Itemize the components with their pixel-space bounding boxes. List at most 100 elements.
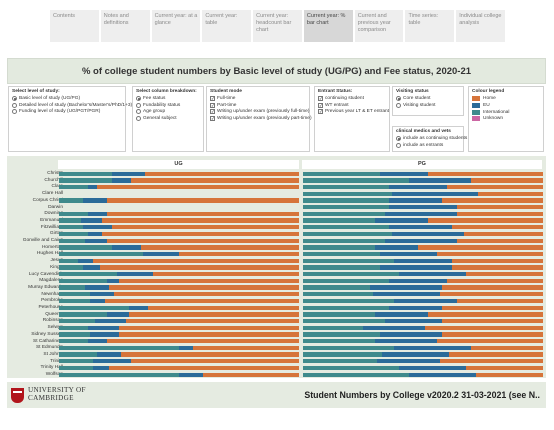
breakdown-option[interactable]: Age group bbox=[136, 109, 200, 115]
radio-icon[interactable] bbox=[12, 102, 17, 108]
pg-bar[interactable] bbox=[303, 352, 543, 357]
radio-icon[interactable] bbox=[12, 109, 17, 115]
pg-bar[interactable] bbox=[303, 211, 543, 217]
breakdown-option[interactable]: General subject bbox=[136, 115, 200, 121]
ug-bar[interactable] bbox=[59, 332, 299, 337]
clinical-option[interactable]: include as entrants bbox=[396, 142, 460, 148]
ug-bar[interactable] bbox=[59, 218, 299, 223]
radio-icon[interactable] bbox=[136, 102, 141, 108]
pg-bar[interactable] bbox=[303, 318, 543, 324]
radio-icon[interactable] bbox=[396, 142, 401, 148]
pg-bar[interactable] bbox=[303, 184, 543, 190]
mode-option[interactable]: ✓ Writing up/under exam (previously full-… bbox=[210, 109, 309, 115]
pg-bar[interactable] bbox=[303, 365, 543, 371]
pg-bar[interactable] bbox=[303, 238, 543, 243]
clinical-option[interactable]: include as continuing students bbox=[396, 136, 467, 141]
pg-bar[interactable] bbox=[303, 191, 543, 196]
ug-bar[interactable] bbox=[59, 272, 299, 277]
checkbox-icon[interactable]: ✓ bbox=[210, 102, 215, 108]
pg-bar[interactable] bbox=[303, 325, 543, 330]
pg-bar[interactable] bbox=[303, 198, 543, 203]
ug-bar[interactable] bbox=[59, 265, 299, 270]
footer-title[interactable]: Student Numbers by College v2020.2 31-03… bbox=[304, 390, 540, 400]
entrant-option[interactable]: ✓ WT entrant bbox=[318, 102, 386, 108]
tab-comparison[interactable]: Current and previous year comparison bbox=[354, 10, 404, 42]
mode-option[interactable]: ✓ Writing up/under exam (previously part-… bbox=[210, 115, 312, 121]
pg-bar[interactable] bbox=[303, 372, 543, 377]
ug-bar[interactable] bbox=[59, 238, 299, 243]
checkbox-icon[interactable]: ✓ bbox=[318, 102, 323, 108]
ug-bar[interactable] bbox=[59, 251, 299, 257]
ug-bar[interactable] bbox=[59, 305, 299, 310]
pg-bar[interactable] bbox=[303, 278, 543, 284]
radio-icon[interactable] bbox=[136, 109, 141, 115]
pg-bar[interactable] bbox=[303, 339, 543, 344]
ug-bar[interactable] bbox=[59, 225, 299, 230]
pg-bar[interactable] bbox=[303, 218, 543, 223]
mode-option[interactable]: ✓ Full-time bbox=[210, 96, 306, 101]
entrant-option[interactable]: ✓ continuing student bbox=[318, 96, 386, 101]
pg-bar[interactable] bbox=[303, 359, 543, 364]
radio-icon[interactable] bbox=[396, 96, 401, 101]
pg-bar[interactable] bbox=[303, 205, 543, 210]
pg-bar[interactable] bbox=[303, 285, 543, 290]
ug-bar[interactable] bbox=[59, 312, 299, 317]
ug-bar[interactable] bbox=[59, 372, 299, 377]
radio-icon[interactable] bbox=[396, 136, 401, 141]
checkbox-icon[interactable]: ✓ bbox=[210, 109, 215, 115]
pg-bar[interactable] bbox=[303, 305, 543, 310]
pg-bar[interactable] bbox=[303, 298, 543, 304]
ug-bar[interactable] bbox=[59, 298, 299, 304]
ug-bar[interactable] bbox=[59, 205, 299, 209]
pg-bar[interactable] bbox=[303, 258, 543, 263]
tab-headcount-chart[interactable]: Current year: headcount bar chart bbox=[253, 10, 302, 42]
tab-contents[interactable]: Contents bbox=[50, 10, 99, 42]
level-option[interactable]: Detailed level of study (Bachelor's/Mast… bbox=[12, 102, 132, 108]
ug-bar[interactable] bbox=[59, 231, 299, 237]
pg-bar[interactable] bbox=[303, 332, 543, 337]
pg-bar[interactable] bbox=[303, 225, 543, 230]
pg-bar[interactable] bbox=[303, 265, 543, 270]
level-option[interactable]: Basic level of study (UG/PG) bbox=[12, 96, 122, 101]
visiting-option[interactable]: Core student bbox=[396, 96, 460, 101]
ug-bar[interactable] bbox=[59, 285, 299, 290]
pg-bar[interactable] bbox=[303, 171, 543, 176]
ug-bar[interactable] bbox=[59, 359, 299, 364]
ug-bar[interactable] bbox=[59, 325, 299, 330]
ug-bar[interactable] bbox=[59, 339, 299, 344]
ug-bar[interactable] bbox=[59, 171, 299, 176]
pg-bar[interactable] bbox=[303, 178, 543, 183]
tab-table[interactable]: Current year: table bbox=[202, 10, 252, 42]
mode-option[interactable]: ✓ Part-time bbox=[210, 102, 306, 108]
checkbox-icon[interactable]: ✓ bbox=[210, 96, 215, 101]
tab-percent-chart[interactable]: Current year: % bar chart bbox=[303, 10, 353, 42]
ug-bar[interactable] bbox=[59, 184, 299, 190]
pg-bar[interactable] bbox=[303, 292, 543, 297]
ug-bar[interactable] bbox=[59, 352, 299, 357]
ug-bar[interactable] bbox=[59, 192, 299, 196]
ug-bar[interactable] bbox=[59, 292, 299, 297]
breakdown-option[interactable]: Fee status bbox=[136, 96, 200, 101]
radio-icon[interactable] bbox=[136, 115, 141, 121]
ug-bar[interactable] bbox=[59, 245, 299, 250]
ug-bar[interactable] bbox=[59, 211, 299, 217]
checkbox-icon[interactable]: ✓ bbox=[318, 109, 323, 115]
ug-bar[interactable] bbox=[59, 258, 299, 263]
radio-icon[interactable] bbox=[12, 96, 17, 101]
tab-time-series[interactable]: Time series: table bbox=[405, 10, 455, 42]
tab-notes[interactable]: Notes and definitions bbox=[100, 10, 150, 42]
pg-bar[interactable] bbox=[303, 251, 543, 257]
checkbox-icon[interactable]: ✓ bbox=[318, 96, 323, 101]
radio-icon[interactable] bbox=[136, 96, 141, 101]
ug-bar[interactable] bbox=[59, 318, 299, 324]
radio-icon[interactable] bbox=[396, 102, 401, 108]
breakdown-option[interactable]: Fundability status bbox=[136, 102, 200, 108]
pg-bar[interactable] bbox=[303, 245, 543, 250]
ug-bar[interactable] bbox=[59, 278, 299, 284]
checkbox-icon[interactable]: ✓ bbox=[210, 115, 215, 121]
pg-bar[interactable] bbox=[303, 312, 543, 317]
entrant-option[interactable]: ✓ Previous year LT & ET entrant bbox=[318, 109, 389, 115]
pg-bar[interactable] bbox=[303, 345, 543, 351]
level-option[interactable]: Funding level of study (UG/PGT/PGR) bbox=[12, 109, 122, 115]
ug-bar[interactable] bbox=[59, 198, 299, 203]
